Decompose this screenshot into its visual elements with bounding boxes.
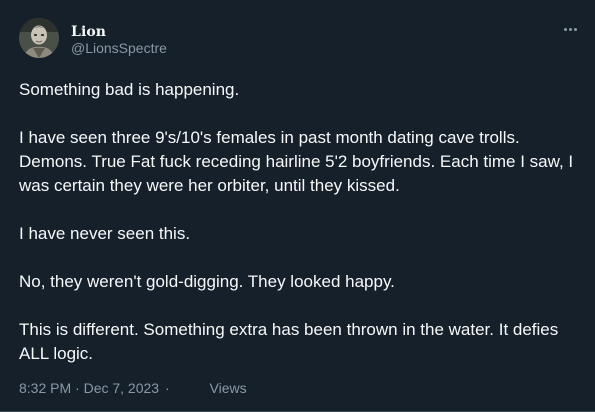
dot (563, 27, 567, 31)
avatar[interactable] (19, 18, 59, 58)
ellipsis-icon[interactable] (559, 20, 581, 38)
tweet-paragraph: Something bad is happening. (19, 80, 240, 99)
tweet-header: Lion @LionsSpectre (19, 18, 581, 60)
tweet-paragraph: I have seen three 9's/10's females in pa… (19, 128, 574, 195)
author-handle[interactable]: @LionsSpectre (71, 40, 167, 57)
separator: · (164, 380, 170, 396)
tweet-paragraph: This is different. Something extra has b… (19, 320, 559, 363)
views-label: Views (209, 380, 247, 396)
author-names: Lion @LionsSpectre (71, 24, 167, 57)
tweet-paragraph: No, they weren't gold-digging. They look… (19, 272, 395, 291)
author-display-name[interactable]: Lion (71, 24, 167, 40)
profile-avatar-icon (19, 18, 59, 58)
tweet-text: Something bad is happening. I have seen … (19, 78, 585, 366)
dot (568, 27, 572, 31)
tweet-metadata: 8:32 PM · Dec 7, 2023 · Views (19, 379, 247, 397)
tweet-timestamp[interactable]: 8:32 PM · Dec 7, 2023 (19, 380, 159, 396)
dot (573, 27, 577, 31)
tweet-paragraph: I have never seen this. (19, 224, 191, 243)
tweet-card: Lion @LionsSpectre Something bad is happ… (0, 0, 595, 412)
